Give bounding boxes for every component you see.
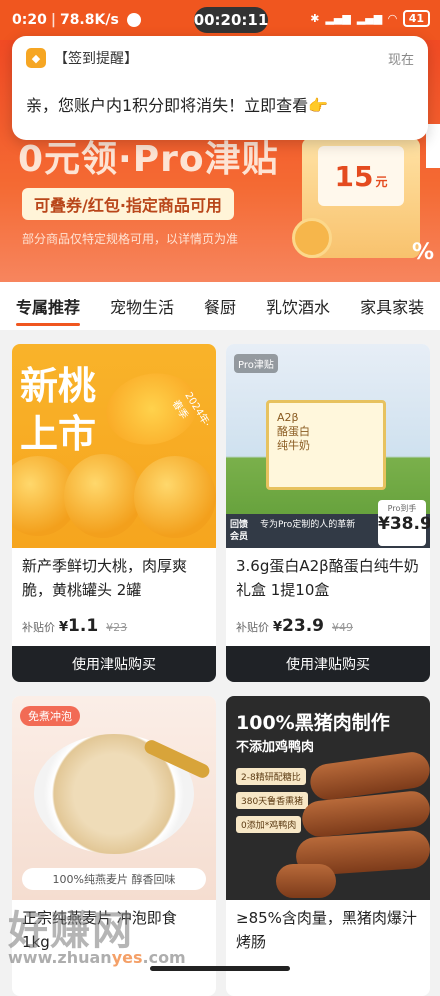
percent-mark: % <box>411 240 434 265</box>
image-headline: 100%黑猪肉制作 <box>236 712 390 734</box>
member-tag: 回馈 会员 <box>230 520 249 542</box>
tab-furniture[interactable]: 家具家装 <box>360 282 424 330</box>
bluetooth-icon: ✱ <box>310 12 320 25</box>
pro-badge: Pro津贴 <box>234 354 278 373</box>
banner-pill: 可叠券/红包·指定商品可用 <box>22 188 234 220</box>
product-title: 新产季鲜切大桃，肉厚爽脆，黄桃罐头 2罐 <box>22 557 188 599</box>
price-label: 补贴价 <box>22 621 55 634</box>
buy-with-allowance-button[interactable]: 使用津贴购买 <box>12 646 216 682</box>
image-chip: 2-8精研配糖比 <box>236 768 306 785</box>
product-card[interactable]: Pro津贴 A2β 酪蛋白 纯牛奶 回馈 会员 专为Pro定制的人的革新 Pro… <box>226 344 430 682</box>
image-subheadline: 不添加鸡鸭肉 <box>236 740 315 755</box>
notification-time: 现在 <box>387 52 414 68</box>
product-title: 3.6g蛋白A2β酪蛋白纯牛奶礼盒 1提10盒 <box>236 557 419 599</box>
image-tag: 免煮冲泡 <box>20 706 80 726</box>
image-text: 新桃 上市 <box>20 364 97 456</box>
status-time: 0:20 <box>12 12 47 28</box>
image-price-tag: Pro到手 ¥38.9 <box>378 500 430 546</box>
signal-icon: ▂▄▆ <box>325 12 351 25</box>
image-chip: 380天鲁香熏猪 <box>236 792 309 809</box>
category-tabs: 专属推荐 宠物生活 餐厨 乳饮酒水 家具家装 <box>0 282 440 330</box>
product-card[interactable]: 100%黑猪肉制作 不添加鸡鸭肉 2-8精研配糖比 380天鲁香熏猪 0添加*鸡… <box>226 696 430 996</box>
side-tag[interactable] <box>426 124 440 168</box>
original-price: ¥49 <box>332 621 353 634</box>
product-title: ≥85%含肉量，黑猪肉爆汁烤肠 <box>236 909 417 951</box>
product-image: 免煮冲泡 100%纯燕麦片 醇香回味 <box>12 696 216 900</box>
screen-record-clock: 00:20:11 <box>194 7 268 33</box>
banner-note: 部分商品仅特定规格可用，以详情页为准 <box>22 232 239 246</box>
network-speed: 78.8K/s <box>59 12 119 28</box>
notification-title: 【签到提醒】 <box>54 51 138 67</box>
product-grid: 新桃 上市 2024年·春季 新产季鲜切大桃，肉厚爽脆，黄桃罐头 2罐 补贴价 … <box>0 330 440 996</box>
push-notification[interactable]: ◆ 【签到提醒】 现在 亲，您账户内1积分即将消失！立即查看👉 <box>12 36 428 140</box>
wifi-icon: ◠ <box>388 12 397 25</box>
image-desc: 专为Pro定制的人的革新 <box>260 520 356 530</box>
signal-icon-2: ▂▄▆ <box>356 12 383 25</box>
red-envelope-image: 15 元 <box>292 138 420 258</box>
price-label: 补贴价 <box>236 621 269 634</box>
buy-with-allowance-button[interactable]: 使用津贴购买 <box>226 646 430 682</box>
tab-recommend[interactable]: 专属推荐 <box>16 282 81 330</box>
price-value: 23.9 <box>282 616 324 636</box>
tab-pet-life[interactable]: 宠物生活 <box>110 282 174 330</box>
tab-drinks[interactable]: 乳饮酒水 <box>266 282 330 330</box>
envelope-amount: 15 <box>334 159 374 193</box>
envelope-unit: 元 <box>375 174 388 189</box>
product-image: 新桃 上市 2024年·春季 <box>12 344 216 548</box>
original-price: ¥23 <box>106 621 128 634</box>
image-strip: 100%纯燕麦片 醇香回味 <box>22 868 206 890</box>
coin-icon <box>292 218 332 258</box>
app-status-icon <box>126 13 141 27</box>
price-value: 1.1 <box>68 616 99 636</box>
product-image: Pro津贴 A2β 酪蛋白 纯牛奶 回馈 会员 专为Pro定制的人的革新 Pro… <box>226 344 430 548</box>
app-icon: ◆ <box>26 48 46 68</box>
milk-box-image: A2β 酪蛋白 纯牛奶 <box>266 400 386 490</box>
product-image: 100%黑猪肉制作 不添加鸡鸭肉 2-8精研配糖比 380天鲁香熏猪 0添加*鸡… <box>226 696 430 900</box>
status-bar: 0:20 | 78.8K/s 00:20:11 ✱ ▂▄▆ ▂▄▆ ◠ 41 <box>0 0 440 40</box>
product-card[interactable]: 新桃 上市 2024年·春季 新产季鲜切大桃，肉厚爽脆，黄桃罐头 2罐 补贴价 … <box>12 344 216 682</box>
notification-body: 亲，您账户内1积分即将消失！立即查看👉 <box>26 96 329 115</box>
product-card[interactable]: 免煮冲泡 100%纯燕麦片 醇香回味 正宗纯燕麦片 冲泡即食 1kg <box>12 696 216 996</box>
battery-icon: 41 <box>402 10 430 27</box>
image-chip: 0添加*鸡鸭肉 <box>236 816 302 833</box>
product-title: 正宗纯燕麦片 冲泡即食 1kg <box>22 909 177 951</box>
tab-kitchen[interactable]: 餐厨 <box>204 282 236 330</box>
home-indicator[interactable] <box>150 966 290 971</box>
